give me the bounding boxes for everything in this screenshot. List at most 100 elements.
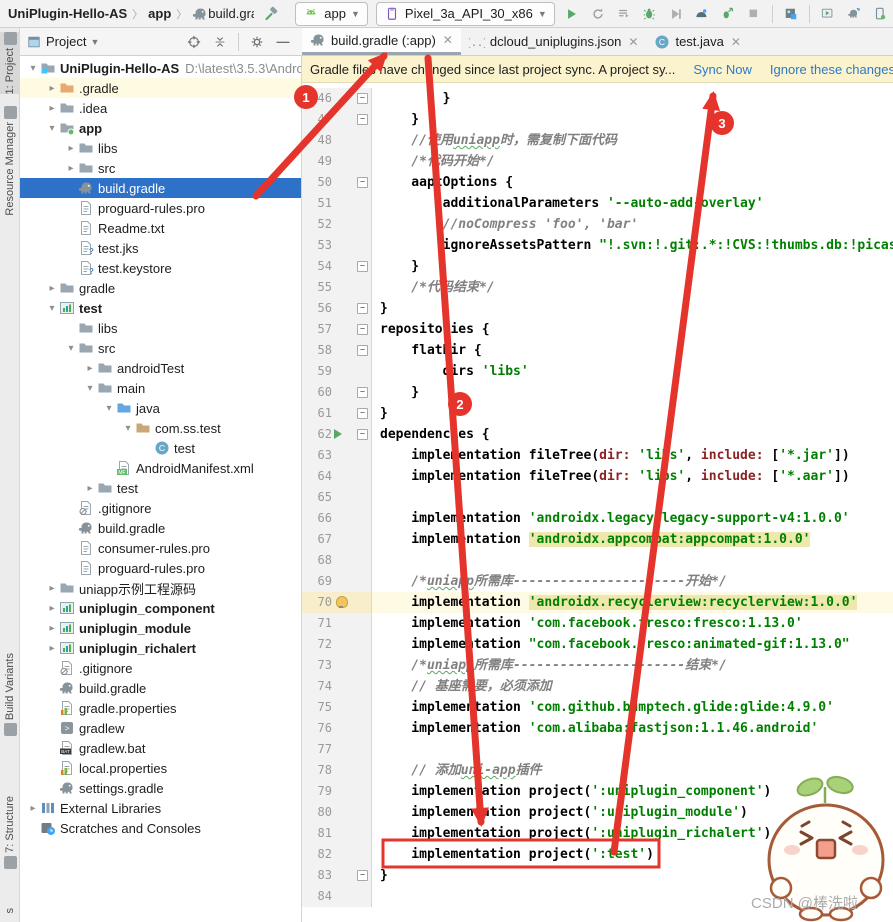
run-config-selector[interactable]: app ▼ <box>295 2 368 26</box>
tool-button-resource-manager[interactable]: Resource Manager <box>0 106 20 216</box>
chevron-down-icon[interactable]: ▾ <box>26 63 40 74</box>
tree-row[interactable]: ▸ uniplugin_component <box>20 598 301 618</box>
tree-row[interactable]: ▾ UniPlugin-Hello-AS D:\latest\3.5.3\And… <box>20 58 301 78</box>
tree-row[interactable]: C test <box>20 438 301 458</box>
code-line[interactable]: 55 /*代码结束*/ <box>302 277 893 298</box>
breadcrumb-file[interactable]: build.gradle <box>208 6 254 21</box>
tree-row[interactable]: ? test.jks <box>20 238 301 258</box>
tree-row[interactable]: gradle.properties <box>20 698 301 718</box>
chevron-down-icon[interactable]: ▾ <box>83 383 97 394</box>
hide-panel-icon[interactable]: — <box>271 31 295 53</box>
build-hammer-icon[interactable] <box>260 3 284 25</box>
code-line[interactable]: 60 − } <box>302 382 893 403</box>
fold-icon[interactable]: − <box>357 93 368 104</box>
close-icon[interactable]: ✕ <box>731 35 741 49</box>
code-line[interactable]: 62 − dependencies { <box>302 424 893 445</box>
tree-row[interactable]: .gitignore <box>20 658 301 678</box>
tree-row[interactable]: build.gradle <box>20 678 301 698</box>
chevron-right-icon[interactable]: ▸ <box>45 643 59 654</box>
tree-row[interactable]: ? test.keystore <box>20 258 301 278</box>
collapse-all-icon[interactable] <box>208 31 232 53</box>
tool-button-partial[interactable]: s <box>0 908 20 914</box>
tree-row[interactable]: build.gradle <box>20 178 301 198</box>
chevron-right-icon[interactable]: ▸ <box>64 163 78 174</box>
tree-row[interactable]: Scratches and Consoles <box>20 818 301 838</box>
tree-row[interactable]: proguard-rules.pro <box>20 558 301 578</box>
tree-row[interactable]: ▾ main <box>20 378 301 398</box>
tree-row[interactable]: ▸ uniplugin_module <box>20 618 301 638</box>
stop-button[interactable] <box>742 3 766 25</box>
code-line[interactable]: 53 ignoreAssetsPattern "!.svn:!.git:.*:!… <box>302 235 893 256</box>
chevron-down-icon[interactable]: ▾ <box>45 303 59 314</box>
tree-row[interactable]: ▾ app <box>20 118 301 138</box>
settings-gear-icon[interactable] <box>245 31 269 53</box>
tree-row[interactable]: ▸ External Libraries <box>20 798 301 818</box>
tool-button-build-variants[interactable]: Build Variants <box>0 653 20 736</box>
tree-row[interactable]: ▸ test <box>20 478 301 498</box>
sync-now-link[interactable]: Sync Now <box>693 62 752 77</box>
code-line[interactable]: 51 additionalParameters '--auto-add-over… <box>302 193 893 214</box>
code-line[interactable]: 66 implementation 'androidx.legacy:legac… <box>302 508 893 529</box>
tool-button-structure[interactable]: 7: Structure <box>0 796 20 869</box>
ignore-changes-link[interactable]: Ignore these changes <box>770 62 893 77</box>
code-line[interactable]: 63 implementation fileTree(dir: 'libs', … <box>302 445 893 466</box>
project-structure-button[interactable] <box>779 3 803 25</box>
apply-changes-button[interactable] <box>586 3 610 25</box>
tree-row[interactable]: ▾ com.ss.test <box>20 418 301 438</box>
tree-row[interactable]: .gitignore <box>20 498 301 518</box>
chevron-right-icon[interactable]: ▸ <box>45 603 59 614</box>
close-icon[interactable]: ✕ <box>443 33 453 47</box>
tree-row[interactable]: libs <box>20 318 301 338</box>
tree-row[interactable]: ▸ src <box>20 158 301 178</box>
code-line[interactable]: 54 − } <box>302 256 893 277</box>
fold-icon[interactable]: − <box>357 408 368 419</box>
fold-icon[interactable]: − <box>357 114 368 125</box>
code-line[interactable]: 50 − aaptOptions { <box>302 172 893 193</box>
code-line[interactable]: 57 − repositories { <box>302 319 893 340</box>
chevron-right-icon[interactable]: ▸ <box>45 103 59 114</box>
fold-icon[interactable]: − <box>357 870 368 881</box>
chevron-right-icon[interactable]: ▸ <box>45 83 59 94</box>
fold-icon[interactable]: − <box>357 303 368 314</box>
code-line[interactable]: 77 <box>302 739 893 760</box>
fold-icon[interactable]: − <box>357 345 368 356</box>
avd-manager-button[interactable] <box>816 3 840 25</box>
code-line[interactable]: 49 /*代码开始*/ <box>302 151 893 172</box>
attach-profiler-button[interactable] <box>664 3 688 25</box>
tool-button-project[interactable]: 1: Project <box>0 32 20 94</box>
code-line[interactable]: 46 − } <box>302 88 893 109</box>
chevron-right-icon[interactable]: ▸ <box>83 483 97 494</box>
project-panel-title[interactable]: Project <box>46 34 86 49</box>
chevron-right-icon[interactable]: ▸ <box>26 803 40 814</box>
tree-row[interactable]: > gradlew <box>20 718 301 738</box>
breadcrumb-module[interactable]: app <box>148 6 171 21</box>
chevron-down-icon[interactable]: ▾ <box>45 123 59 134</box>
chevron-right-icon[interactable]: ▸ <box>45 623 59 634</box>
code-line[interactable]: 71 implementation 'com.facebook.fresco:f… <box>302 613 893 634</box>
code-line[interactable]: 48 //使用uniapp时，需复制下面代码 <box>302 130 893 151</box>
chevron-right-icon[interactable]: ▸ <box>45 583 59 594</box>
tree-row[interactable]: proguard-rules.pro <box>20 198 301 218</box>
tab-build-gradle-app-[interactable]: build.gradle (:app) ✕ <box>302 28 461 55</box>
code-line[interactable]: 70 implementation 'androidx.recyclerview… <box>302 592 893 613</box>
device-selector[interactable]: Pixel_3a_API_30_x86 ▼ <box>376 2 555 26</box>
code-line[interactable]: 69 /*uniapp所需库----------------------开始*/ <box>302 571 893 592</box>
tab-dcloud-uniplugins-json[interactable]: {..}dcloud_uniplugins.json ✕ <box>461 28 647 55</box>
code-line[interactable]: 72 implementation "com.facebook.fresco:a… <box>302 634 893 655</box>
profile-button[interactable] <box>690 3 714 25</box>
tree-row[interactable]: ▸ .idea <box>20 98 301 118</box>
chevron-right-icon[interactable]: ▸ <box>45 283 59 294</box>
code-line[interactable]: 56 − } <box>302 298 893 319</box>
run-button[interactable] <box>560 3 584 25</box>
code-line[interactable]: 74 // 基座需要，必须添加 <box>302 676 893 697</box>
code-line[interactable]: 64 implementation fileTree(dir: 'libs', … <box>302 466 893 487</box>
tree-row[interactable]: Readme.txt <box>20 218 301 238</box>
code-line[interactable]: 67 implementation 'androidx.appcompat:ap… <box>302 529 893 550</box>
tree-row[interactable]: ▸ .gradle <box>20 78 301 98</box>
tree-row[interactable]: build.gradle <box>20 518 301 538</box>
tree-row[interactable]: ▾ java <box>20 398 301 418</box>
code-line[interactable]: 73 /*uniapp所需库----------------------结束*/ <box>302 655 893 676</box>
chevron-down-icon[interactable]: ▾ <box>102 403 116 414</box>
tree-row[interactable]: settings.gradle <box>20 778 301 798</box>
locate-file-icon[interactable] <box>182 31 206 53</box>
